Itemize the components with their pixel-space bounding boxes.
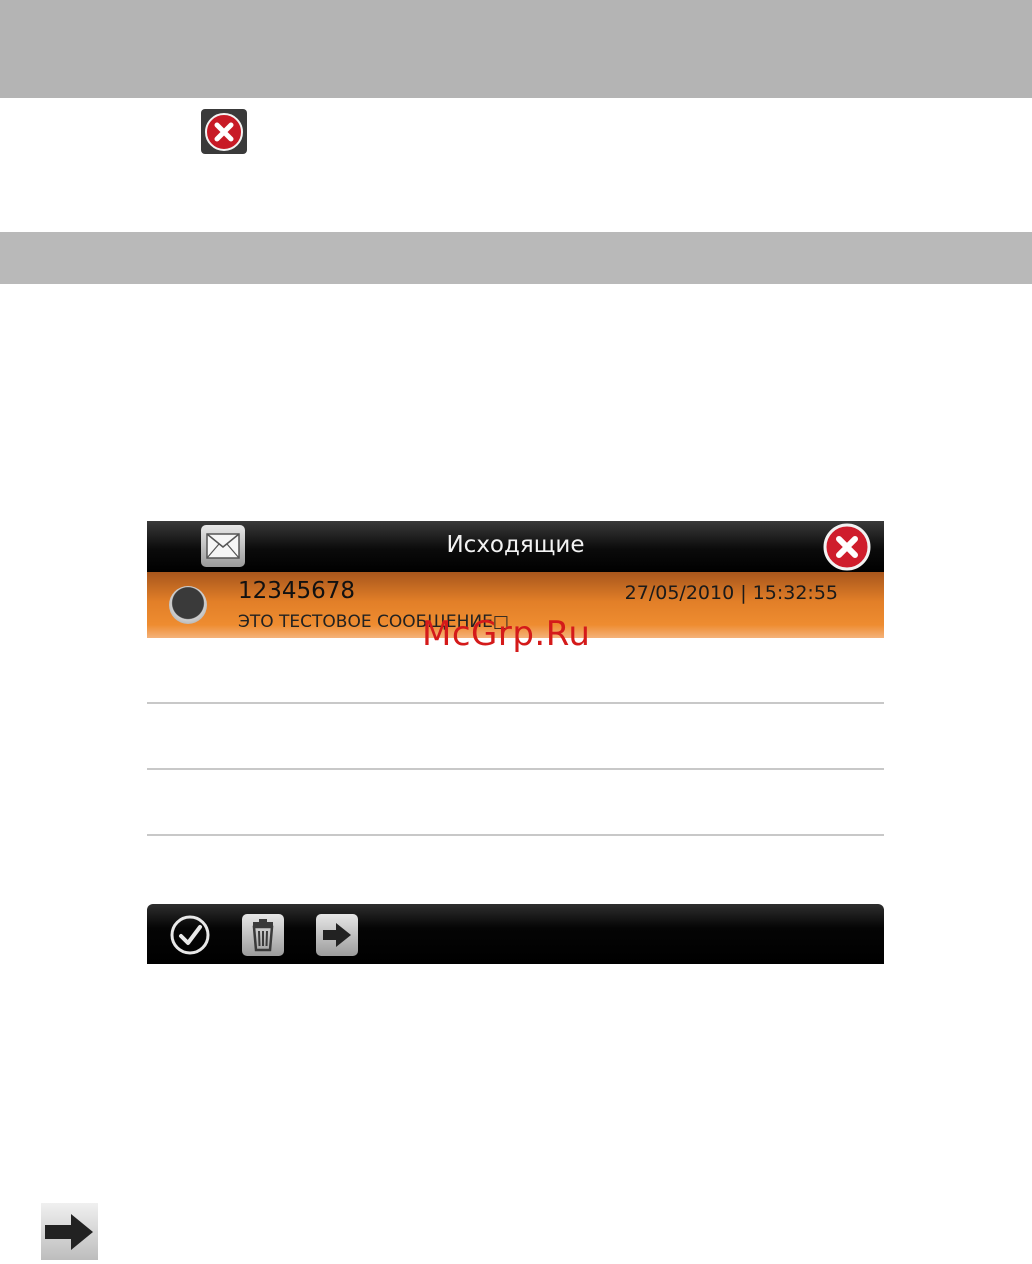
trash-icon (252, 919, 274, 952)
outbox-screen: Исходящие 12345678 27/05/2010 | 15:32:55… (147, 521, 884, 964)
envelope-icon[interactable] (201, 525, 245, 567)
watermark: McGrp.Ru (422, 614, 591, 654)
arrow-right-icon (41, 1203, 98, 1260)
header-band (0, 0, 1032, 98)
close-icon (201, 109, 247, 154)
list-item[interactable] (147, 836, 884, 904)
check-icon (170, 915, 210, 955)
arrow-right-icon (323, 923, 351, 947)
delete-button[interactable] (242, 914, 284, 956)
close-button[interactable] (823, 523, 871, 571)
message-datetime: 27/05/2010 | 15:32:55 (624, 582, 838, 604)
message-number: 12345678 (238, 578, 356, 604)
forward-button[interactable] (316, 914, 358, 956)
select-all-button[interactable] (169, 914, 211, 956)
list-item[interactable] (147, 704, 884, 770)
bottom-toolbar (147, 904, 884, 964)
select-radio[interactable] (169, 586, 207, 624)
title-bar: Исходящие (147, 521, 884, 572)
close-icon (823, 523, 871, 571)
section-band (0, 232, 1032, 284)
list-item[interactable] (147, 770, 884, 836)
screen-title: Исходящие (446, 532, 585, 558)
